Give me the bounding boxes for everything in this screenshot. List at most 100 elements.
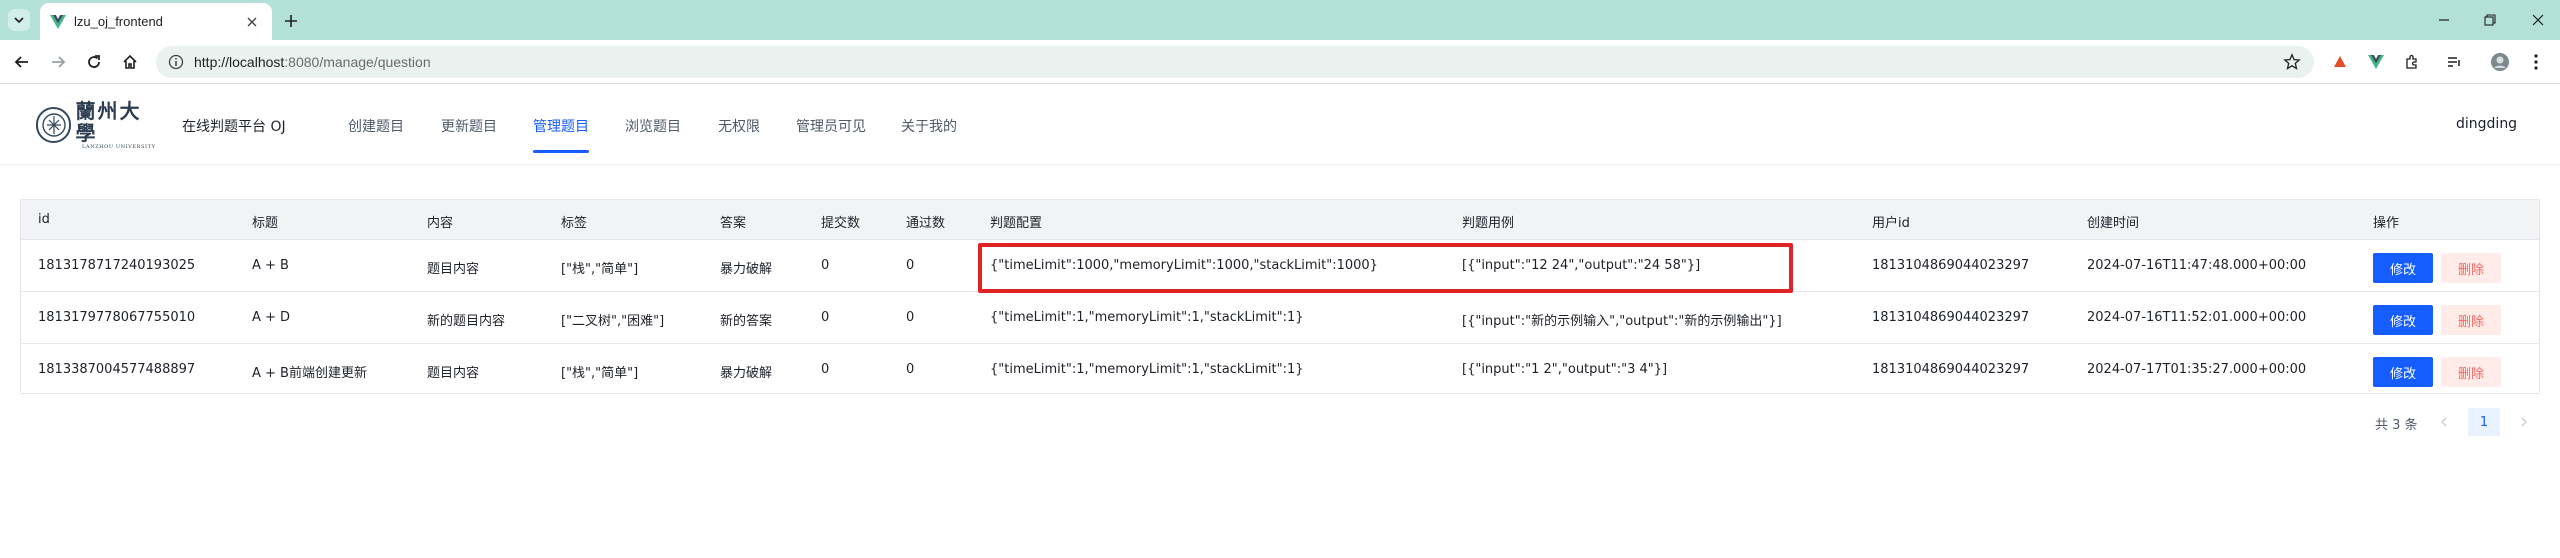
question-table: id 标题 内容 标签 答案 提交数 通过数 判题配置 判题用例 用户id 创建… — [20, 199, 2540, 394]
chevron-right-icon — [2521, 417, 2527, 427]
menu-item-admin-only[interactable]: 管理员可见 — [796, 116, 866, 136]
university-seal-icon — [36, 107, 72, 143]
cell-tags: ["栈","简单"] — [561, 366, 639, 381]
menu-item-browse-questions[interactable]: 浏览题目 — [625, 116, 681, 136]
url-host: http://localhost — [194, 54, 285, 70]
cell-submit-count: 0 — [821, 362, 830, 377]
cell-submit-count: 0 — [821, 258, 830, 273]
edit-button[interactable]: 修改 — [2373, 357, 2433, 387]
cell-title: A + B — [252, 258, 289, 273]
browser-tab-strip: lzu_oj_frontend — [0, 0, 2560, 40]
tab-list-icon — [14, 17, 24, 24]
delete-button[interactable]: 删除 — [2441, 357, 2501, 387]
menu-item-no-auth[interactable]: 无权限 — [718, 116, 760, 136]
browser-tab-active[interactable]: lzu_oj_frontend — [40, 3, 272, 40]
plus-icon — [285, 15, 297, 27]
pagination-page-current[interactable]: 1 — [2468, 408, 2500, 436]
pagination-total: 共 3 条 — [2375, 418, 2418, 433]
col-header-submit-count: 提交数 — [821, 216, 861, 231]
pagination-next-button[interactable] — [2512, 410, 2536, 434]
cell-judge-config: {"timeLimit":1,"memoryLimit":1,"stackLim… — [990, 362, 1304, 377]
logo-wordmark: 蘭州大學 LANZHOU UNIVERSITY — [75, 100, 162, 150]
media-controls-button[interactable] — [2442, 50, 2466, 74]
window-restore-button[interactable] — [2478, 8, 2502, 32]
cell-id: 1813178717240193025 — [38, 258, 196, 273]
minimize-icon — [2439, 19, 2449, 21]
menu-item-update-question[interactable]: 更新题目 — [441, 116, 497, 136]
reload-icon — [88, 55, 100, 68]
col-header-create-time: 创建时间 — [2087, 216, 2140, 231]
profile-button[interactable] — [2488, 50, 2512, 74]
site-title: 在线判题平台 OJ — [182, 119, 286, 135]
address-bar[interactable]: http://localhost:8080/manage/question — [156, 46, 2314, 78]
new-tab-button[interactable] — [280, 10, 302, 32]
logo-english-name: LANZHOU UNIVERSITY — [82, 144, 156, 150]
col-header-judge-case: 判题用例 — [1462, 216, 1515, 231]
window-close-button[interactable] — [2526, 8, 2550, 32]
tab-close-button[interactable] — [242, 12, 262, 32]
chevron-left-icon — [2441, 417, 2447, 427]
col-header-title: 标题 — [252, 216, 279, 231]
chrome-menu-button[interactable] — [2524, 50, 2548, 74]
delete-button[interactable]: 删除 — [2441, 305, 2501, 335]
delete-button[interactable]: 删除 — [2441, 253, 2501, 283]
vue-devtools-button[interactable] — [2364, 50, 2388, 74]
cell-user-id: 1813104869044023297 — [1872, 310, 2030, 325]
forward-icon — [52, 56, 66, 68]
cell-accepted-count: 0 — [906, 362, 915, 377]
table-row: 1813387004577488897 A + B前端创建更新 题目内容 ["栈… — [21, 345, 2539, 393]
vue-logo-icon — [50, 14, 66, 30]
menu-item-about[interactable]: 关于我的 — [901, 116, 957, 136]
cell-id: 1813387004577488897 — [38, 362, 196, 377]
cell-user-id: 1813104869044023297 — [1872, 362, 2030, 377]
cell-accepted-count: 0 — [906, 310, 915, 325]
back-button[interactable] — [10, 50, 34, 74]
table-row: 1813179778067755010 A + D 新的题目内容 ["二叉树",… — [21, 293, 2539, 344]
profile-avatar-icon — [2491, 53, 2509, 71]
edit-button[interactable]: 修改 — [2373, 305, 2433, 335]
media-list-icon — [2448, 57, 2460, 67]
url-text[interactable]: http://localhost:8080/manage/question — [194, 54, 2280, 70]
cell-accepted-count: 0 — [906, 258, 915, 273]
url-path: :8080/manage/question — [284, 54, 431, 70]
extension-red-button[interactable] — [2328, 50, 2352, 74]
table-header: id 标题 内容 标签 答案 提交数 通过数 判题配置 判题用例 用户id 创建… — [21, 200, 2539, 240]
forward-button[interactable] — [46, 50, 70, 74]
cell-tags: ["二叉树","困难"] — [561, 314, 665, 329]
col-header-accepted-count: 通过数 — [906, 216, 946, 231]
close-icon — [2532, 14, 2544, 26]
site-header: 蘭州大學 LANZHOU UNIVERSITY 在线判题平台 OJ 创建题目 更… — [0, 85, 2560, 165]
window-minimize-button[interactable] — [2432, 8, 2456, 32]
extension-icon — [2406, 54, 2417, 69]
col-header-judge-config: 判题配置 — [990, 216, 1043, 231]
cell-create-time: 2024-07-16T11:47:48.000+00:00 — [2087, 258, 2307, 273]
info-icon[interactable] — [166, 52, 186, 72]
more-vert-icon — [2534, 54, 2538, 70]
reload-button[interactable] — [82, 50, 106, 74]
edit-button[interactable]: 修改 — [2373, 253, 2433, 283]
col-header-id: id — [38, 212, 50, 227]
cell-create-time: 2024-07-17T01:35:27.000+00:00 — [2087, 362, 2307, 377]
pagination-prev-button[interactable] — [2432, 410, 2456, 434]
col-header-answer: 答案 — [720, 216, 747, 231]
menu-item-create-question[interactable]: 创建题目 — [348, 116, 404, 136]
user-name[interactable]: dingding — [2456, 116, 2517, 132]
browser-toolbar: http://localhost:8080/manage/question — [0, 40, 2560, 84]
cell-judge-case: [{"input":"新的示例输入","output":"新的示例输出"}] — [1462, 314, 1782, 329]
star-icon[interactable] — [2280, 50, 2304, 74]
cell-title: A + B前端创建更新 — [252, 366, 367, 381]
annotation-highlight-box — [978, 243, 1793, 293]
university-logo[interactable]: 蘭州大學 LANZHOU UNIVERSITY — [36, 100, 162, 150]
menu-item-manage-question[interactable]: 管理题目 — [533, 116, 589, 136]
back-icon — [14, 56, 28, 68]
col-header-tags: 标签 — [561, 216, 588, 231]
col-header-actions: 操作 — [2373, 216, 2400, 231]
cell-answer: 暴力破解 — [720, 262, 773, 277]
cell-judge-case: [{"input":"1 2","output":"3 4"}] — [1462, 362, 1668, 377]
tab-list-button[interactable] — [8, 9, 30, 31]
home-button[interactable] — [118, 50, 142, 74]
col-header-content: 内容 — [427, 216, 454, 231]
cell-content: 题目内容 — [427, 262, 480, 277]
extensions-button[interactable] — [2400, 50, 2424, 74]
cell-submit-count: 0 — [821, 310, 830, 325]
